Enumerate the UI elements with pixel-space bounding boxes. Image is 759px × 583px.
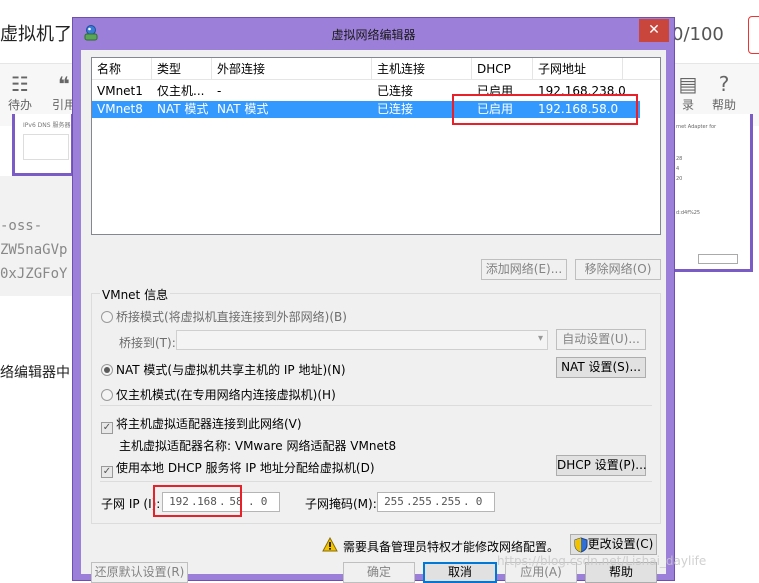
auto-settings-button[interactable]: 自动设置(U)... — [556, 329, 646, 350]
subnet-mask-field[interactable]: 255 . 255 . 255 . 0 — [377, 492, 495, 512]
thumbnail-caption: IPv6 DNS 服务器 — [23, 122, 71, 129]
blog-watermark: https://blog.csdn.net/Lishai_daylife — [497, 554, 707, 568]
column-header-dhcp[interactable]: DHCP — [472, 58, 533, 80]
toolbar-todo[interactable]: ☷ 待办 — [0, 72, 40, 113]
article-paragraph-fragment: 络编辑器中 — [0, 365, 70, 381]
subnet-ip-label: 子网 IP (I): — [101, 497, 161, 511]
admin-notice: 需要具备管理员特权才能修改网络配置。 — [343, 540, 560, 554]
host-only-label: 仅主机模式(在专用网络内连接虚拟机)(H) — [116, 388, 336, 402]
window-title: 虚拟网络编辑器 — [331, 28, 416, 42]
code-line: -oss- — [0, 218, 43, 234]
restore-defaults-button[interactable]: 还原默认设置(R) — [91, 562, 188, 583]
add-network-button[interactable]: 添加网络(E)... — [481, 259, 567, 280]
divider — [100, 481, 652, 482]
cell-name: VMnet1 — [97, 84, 143, 98]
publish-button-edge[interactable] — [748, 16, 759, 54]
nat-settings-button[interactable]: NAT 设置(S)... — [556, 357, 646, 378]
ok-button[interactable]: 确定 — [343, 562, 415, 583]
nat-mode-label: NAT 模式(与虚拟机共享主机的 IP 地址)(N) — [116, 363, 346, 377]
toolbar-help[interactable]: ? 帮助 — [704, 72, 744, 113]
thumbnail-button — [698, 254, 738, 264]
screenshot-thumbnail-left: IPv6 DNS 服务器 — [12, 114, 74, 176]
cell-external: NAT 模式 — [217, 102, 269, 116]
screenshot-thumbnail-right: rnet Adapter for 28 4 20 d:d4f%25 — [665, 114, 753, 272]
close-button[interactable]: ✕ — [639, 19, 669, 42]
uac-shield-icon — [574, 537, 588, 553]
group-label: VMnet 信息 — [100, 286, 171, 303]
cancel-button[interactable]: 取消 — [423, 562, 497, 583]
bridged-mode-radio[interactable]: 桥接模式(将虚拟机直接连接到外部网络)(B) — [101, 308, 347, 325]
column-header-subnet[interactable]: 子网地址 — [533, 58, 623, 80]
checkbox-checked: ✓ — [101, 466, 113, 478]
radio-indicator — [101, 311, 113, 323]
subnet-mask-label: 子网掩码(M): — [305, 497, 377, 511]
connect-adapter-checkbox[interactable]: ✓ 将主机虚拟适配器连接到此网络(V) — [101, 415, 302, 434]
thumbnail-line: 20 — [676, 176, 683, 182]
mask-octet: 0 — [475, 495, 483, 508]
cell-type: 仅主机... — [157, 84, 205, 98]
list-header: 名称 类型 外部连接 主机连接 DHCP 子网地址 — [92, 58, 660, 80]
radio-indicator-selected — [101, 364, 113, 376]
close-icon: ✕ — [648, 22, 660, 38]
toolbar-directory-label: 录 — [681, 98, 694, 112]
change-settings-label: 更改设置(C) — [587, 537, 654, 551]
warning-icon — [322, 537, 338, 552]
thumbnail-line: d:d4f%25 — [676, 210, 701, 216]
mask-octet: 255 — [441, 495, 461, 508]
ip-octet: 0 — [260, 495, 268, 508]
title-bar[interactable]: 虚拟网络编辑器 ✕ — [73, 18, 674, 50]
radio-indicator — [101, 389, 113, 401]
help-icon: ? — [718, 72, 730, 96]
virtual-network-editor-window: 虚拟网络编辑器 ✕ 名称 类型 外部连接 主机连接 DHCP 子网地址 VMne… — [72, 17, 675, 583]
change-settings-button[interactable]: 更改设置(C) — [570, 534, 657, 555]
thumbnail-line: 28 — [676, 156, 683, 162]
connect-adapter-label: 将主机虚拟适配器连接到此网络(V) — [116, 417, 302, 431]
cell-external: - — [217, 84, 222, 98]
bridged-to-label: 桥接到(T): — [119, 336, 176, 350]
bridged-mode-label: 桥接模式(将虚拟机直接连接到外部网络)(B) — [116, 310, 347, 324]
host-only-radio[interactable]: 仅主机模式(在专用网络内连接虚拟机)(H) — [101, 386, 336, 403]
word-count: 0/100 — [672, 24, 724, 45]
thumbnail-line: 4 — [676, 166, 680, 172]
column-header-external[interactable]: 外部连接 — [212, 58, 372, 80]
mask-octet: 255 — [384, 495, 404, 508]
adapter-name-text: 主机虚拟适配器名称: VMware 网络适配器 VMnet8 — [119, 439, 397, 453]
remove-network-button[interactable]: 移除网络(O) — [575, 259, 661, 280]
column-header-type[interactable]: 类型 — [152, 58, 212, 80]
toolbar-todo-label: 待办 — [7, 98, 32, 112]
network-list[interactable]: 名称 类型 外部连接 主机连接 DHCP 子网地址 VMnet1 仅主机... … — [91, 57, 661, 235]
thumbnail-box — [23, 134, 69, 160]
code-line: 0xJZGFoY — [0, 266, 68, 282]
chevron-down-icon: ▾ — [537, 333, 543, 344]
nat-mode-radio[interactable]: NAT 模式(与虚拟机共享主机的 IP 地址)(N) — [101, 361, 346, 378]
mask-octet: 255 — [412, 495, 432, 508]
thumbnail-line: rnet Adapter for — [676, 124, 717, 130]
checkbox-checked: ✓ — [101, 422, 113, 434]
column-header-name[interactable]: 名称 — [92, 58, 152, 80]
dhcp-label: 使用本地 DHCP 服务将 IP 地址分配给虚拟机(D) — [116, 461, 375, 475]
highlight-box-dhcp-subnet — [452, 94, 638, 125]
dialog-client-area: 名称 类型 外部连接 主机连接 DHCP 子网地址 VMnet1 仅主机... … — [81, 50, 666, 583]
code-line: ZW5naGVp — [0, 242, 68, 258]
article-title-fragment[interactable]: 虚拟机了 — [0, 20, 72, 46]
cell-type: NAT 模式 — [157, 102, 209, 116]
dhcp-checkbox[interactable]: ✓ 使用本地 DHCP 服务将 IP 地址分配给虚拟机(D) — [101, 459, 375, 478]
cell-name: VMnet8 — [97, 102, 143, 116]
bridged-to-select[interactable]: ▾ — [176, 330, 548, 350]
dhcp-settings-button[interactable]: DHCP 设置(P)... — [556, 455, 647, 476]
column-header-host[interactable]: 主机连接 — [372, 58, 472, 80]
divider — [100, 405, 652, 406]
toolbar-help-label: 帮助 — [711, 98, 736, 112]
highlight-box-subnet-ip — [153, 485, 242, 517]
todo-icon: ☷ — [11, 72, 29, 96]
